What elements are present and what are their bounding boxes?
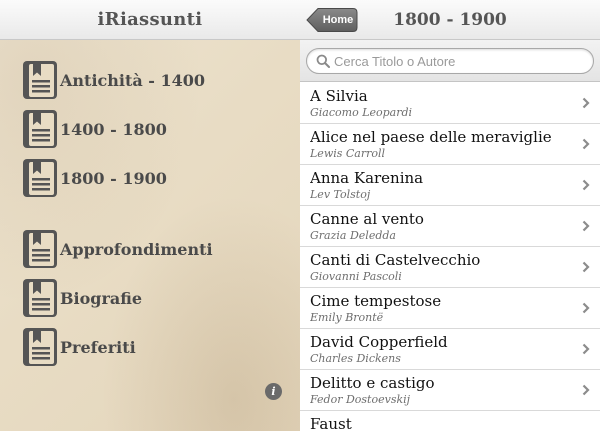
book-icon — [23, 328, 57, 366]
menu-label: 1800 - 1900 — [60, 168, 167, 188]
menu-item-biografie[interactable]: Biografie — [22, 278, 142, 318]
book-row[interactable]: A Silvia Giacomo Leopardi — [300, 83, 600, 124]
book-row[interactable]: Canne al vento Grazia Deledda — [300, 206, 600, 247]
book-author: Lewis Carroll — [310, 147, 386, 160]
menu-item-1400-1800[interactable]: 1400 - 1800 — [22, 109, 167, 149]
book-row[interactable]: Alice nel paese delle meraviglie Lewis C… — [300, 124, 600, 165]
menu-item-antichita-1400[interactable]: Antichità - 1400 — [22, 60, 205, 100]
book-icon — [23, 279, 57, 317]
book-icon — [23, 159, 57, 197]
chevron-right-icon — [582, 97, 590, 109]
chevron-right-icon — [582, 138, 590, 150]
book-row[interactable]: Delitto e castigo Fedor Dostoevskij — [300, 370, 600, 411]
book-author: Fedor Dostoevskij — [310, 393, 411, 406]
home-back-button[interactable]: Home — [306, 7, 358, 33]
book-title: Alice nel paese delle meraviglie — [310, 128, 552, 146]
search-bar — [300, 40, 600, 82]
search-input[interactable] — [334, 51, 584, 71]
menu-label: Preferiti — [60, 337, 136, 357]
book-icon — [23, 110, 57, 148]
book-title: David Copperfield — [310, 333, 448, 351]
app-title: iRiassunti — [97, 9, 203, 30]
book-title: Cime tempestose — [310, 292, 442, 310]
book-list: A Silvia Giacomo Leopardi Alice nel paes… — [300, 83, 600, 431]
search-icon — [316, 54, 330, 68]
section-title: 1800 - 1900 — [393, 10, 507, 30]
book-title: Anna Karenina — [310, 169, 424, 187]
book-title: Canti di Castelvecchio — [310, 251, 481, 269]
chevron-right-icon — [582, 261, 590, 273]
book-title: Canne al vento — [310, 210, 424, 228]
info-icon: i — [271, 385, 276, 398]
right-header-bar: Home 1800 - 1900 — [300, 0, 600, 40]
book-icon — [23, 230, 57, 268]
chevron-right-icon — [582, 220, 590, 232]
chevron-right-icon — [582, 343, 590, 355]
menu-label: 1400 - 1800 — [60, 119, 167, 139]
home-label: Home — [322, 14, 354, 26]
search-field[interactable] — [306, 48, 594, 74]
book-title: A Silvia — [310, 87, 368, 105]
menu-label: Biografie — [60, 288, 143, 308]
left-menu-background: Antichità - 1400 1400 - 1800 1800 - 1900… — [0, 40, 300, 431]
menu-item-preferiti[interactable]: Preferiti — [22, 327, 136, 367]
book-author: Giacomo Leopardi — [310, 106, 413, 119]
book-icon — [23, 61, 57, 99]
book-author: Charles Dickens — [310, 352, 401, 365]
book-row[interactable]: Cime tempestose Emily Brontë — [300, 288, 600, 329]
book-title: Faust — [310, 415, 352, 431]
menu-label: Antichità - 1400 — [60, 70, 206, 90]
menu-item-1800-1900[interactable]: 1800 - 1900 — [22, 158, 167, 198]
book-author: Giovanni Pascoli — [310, 270, 402, 283]
left-header-bar: iRiassunti — [0, 0, 300, 40]
right-panel: Home 1800 - 1900 A Silvia Giacomo Leopar… — [300, 0, 600, 431]
book-row[interactable]: David Copperfield Charles Dickens — [300, 329, 600, 370]
chevron-right-icon — [582, 302, 590, 314]
book-row[interactable]: Canti di Castelvecchio Giovanni Pascoli — [300, 247, 600, 288]
book-title: Delitto e castigo — [310, 374, 435, 392]
info-button[interactable]: i — [265, 383, 282, 400]
book-row[interactable]: Anna Karenina Lev Tolstoj — [300, 165, 600, 206]
menu-item-approfondimenti[interactable]: Approfondimenti — [22, 229, 213, 269]
menu-label: Approfondimenti — [60, 239, 213, 259]
chevron-right-icon — [582, 179, 590, 191]
left-panel: iRiassunti Antichità - 1400 1400 - 1800 … — [0, 0, 300, 431]
chevron-right-icon — [582, 384, 590, 396]
book-author: Grazia Deledda — [310, 229, 396, 242]
book-author: Emily Brontë — [310, 311, 384, 324]
book-author: Lev Tolstoj — [310, 188, 371, 201]
book-row[interactable]: Faust — [300, 411, 600, 431]
